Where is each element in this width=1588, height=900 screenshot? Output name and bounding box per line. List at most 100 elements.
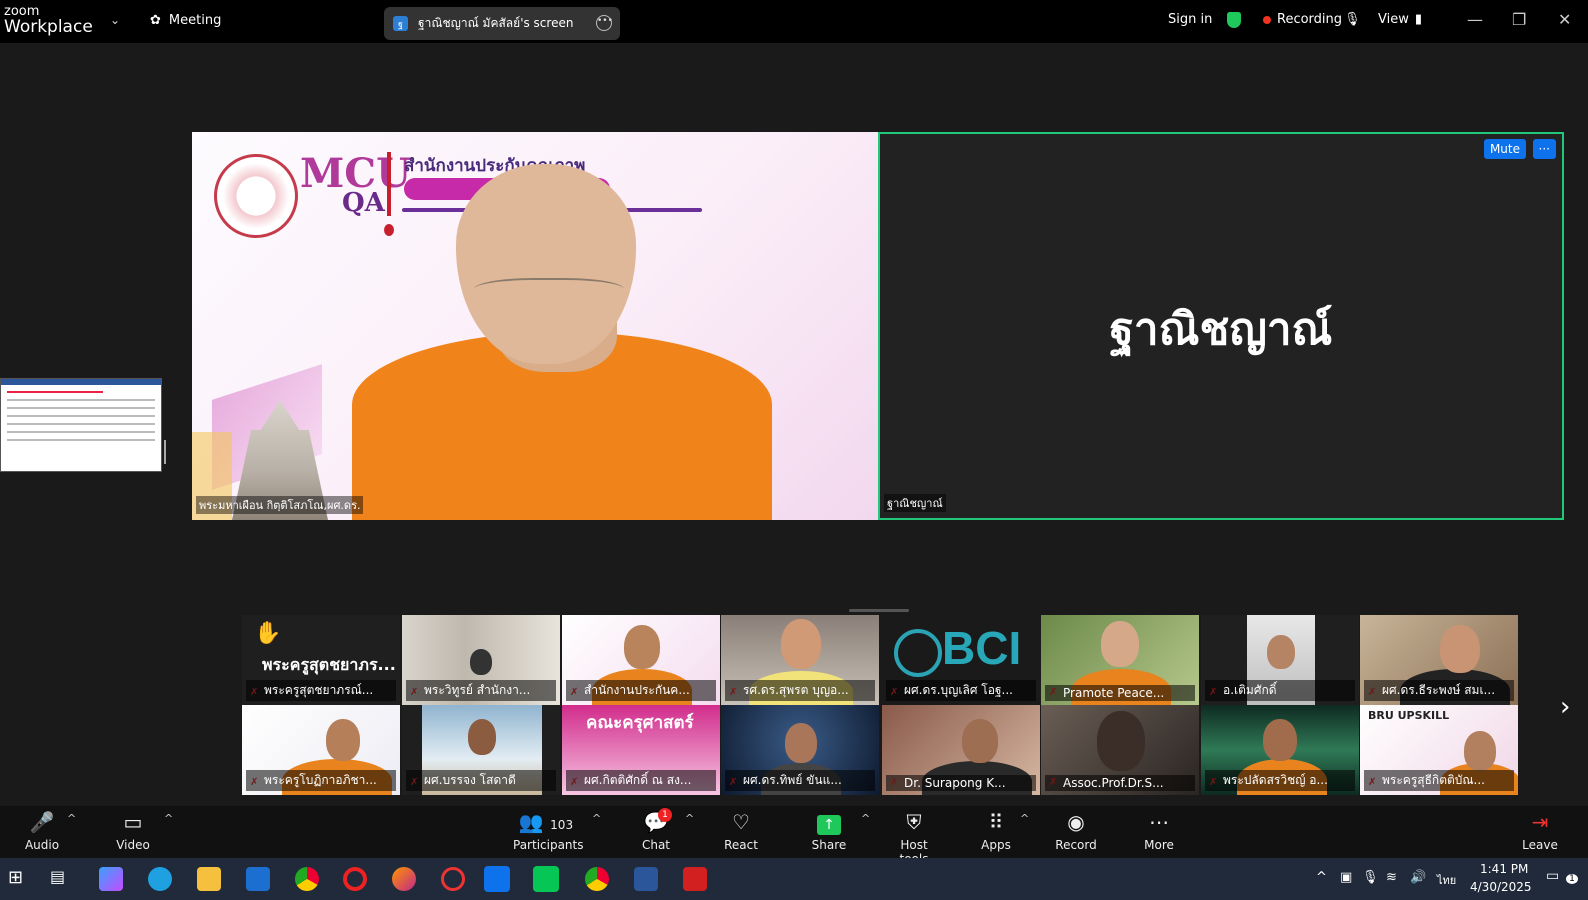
apps-label: Apps	[981, 838, 1011, 852]
shared-screen-thumbnail[interactable]	[0, 378, 162, 472]
raised-hand-icon: ✋	[254, 621, 282, 646]
wifi-icon[interactable]: ≋	[1386, 870, 1397, 885]
clock-time[interactable]: 1:41 PM	[1480, 862, 1528, 876]
sign-in-label: Sign in	[1168, 12, 1213, 27]
participant-tile[interactable]: ✗ ผศ.ดร.ธีระพงษ์ สมเ...	[1360, 615, 1518, 705]
participant-tile[interactable]: ✋ พระครูสุตชยาภร... ✗ พระครูสุตชยาภรณ์..…	[242, 615, 400, 705]
participant-tile[interactable]: ✗ ผศ.บรรจง โสดาดี	[402, 705, 560, 795]
task-view-icon[interactable]: ▤	[50, 867, 74, 891]
outlook-icon[interactable]	[246, 867, 270, 891]
view-button[interactable]: View ▮	[1378, 12, 1422, 27]
participants-count: 103	[550, 818, 574, 832]
line-app-icon[interactable]	[533, 866, 559, 892]
faculty-banner: คณะครุศาสตร์	[586, 713, 694, 733]
next-page-chevron-icon[interactable]: ›	[1560, 692, 1570, 722]
sign-in-button[interactable]: Sign in	[1168, 12, 1212, 27]
participant-tile[interactable]: BRU UPSKILL ✗ พระครูสุธีกิตติบัณ...	[1360, 705, 1518, 795]
thumbnail-drag-handle[interactable]	[164, 440, 166, 464]
participant-tile[interactable]: ✗ Assoc.Prof.Dr.S...	[1041, 705, 1199, 795]
zoom-logo: zoom Workplace	[4, 5, 93, 36]
copilot-icon[interactable]	[99, 867, 123, 891]
participant-tile[interactable]: ✗ Pramote Peace...	[1041, 615, 1199, 705]
apps-button[interactable]: ⠿ Apps	[980, 810, 1012, 852]
speaker-video[interactable]: MCU QA สำนักงานประกันคุณภาพ พระมหาเผือน …	[192, 132, 878, 520]
chrome-icon[interactable]	[295, 867, 319, 891]
participant-tile[interactable]: ✗ รศ.ดร.สุพรต บุญอ...	[721, 615, 879, 705]
participant-name: พระวิทูรย์ สำนักงา...	[406, 680, 556, 701]
bci-wheel-logo	[894, 629, 942, 677]
word-icon[interactable]	[634, 867, 658, 891]
mic-status-icon[interactable]: 🎙	[1344, 12, 1361, 27]
more-button[interactable]: ···	[1532, 139, 1556, 159]
audio-options-caret-icon[interactable]: ^	[67, 812, 76, 825]
firefox-icon[interactable]	[392, 867, 416, 891]
more-button[interactable]: ⋯ More	[1142, 810, 1176, 852]
participant-name: อ.เติมศักดิ์	[1205, 680, 1355, 701]
edge-browser-icon[interactable]	[148, 867, 172, 891]
university-seal-logo	[214, 154, 298, 238]
share-caret-icon[interactable]: ^	[861, 812, 870, 825]
meeting-label: Meeting	[168, 13, 222, 28]
participant-name: Dr. Surapong K...	[886, 775, 1036, 791]
meeting-menu[interactable]: ✿ Meeting	[150, 13, 221, 28]
zoom-taskbar-icon[interactable]	[484, 866, 510, 892]
encryption-shield-icon[interactable]	[1227, 12, 1241, 28]
close-icon[interactable]: ✕	[1558, 10, 1571, 29]
more-dots-icon: ⋯	[1149, 810, 1169, 834]
resize-divider[interactable]	[849, 609, 909, 612]
participant-tile[interactable]: ✗ พระครูโบฏิกาอภิชา...	[242, 705, 400, 795]
participant-tile[interactable]: ✗ พระวิทูรย์ สำนักงา...	[402, 615, 560, 705]
participants-button[interactable]: 👥 103 Participants	[513, 810, 584, 852]
windows-start-icon[interactable]: ⊞	[8, 867, 32, 891]
chat-caret-icon[interactable]: ^	[685, 812, 694, 825]
participant-name: ผศ.ดร.บุญเลิศ โอฐ...	[886, 680, 1036, 701]
recording-indicator[interactable]: Recording	[1263, 12, 1342, 27]
opera-icon[interactable]	[343, 867, 367, 891]
meet-now-icon[interactable]: ▣	[1340, 870, 1352, 885]
participant-name: Pramote Peace...	[1045, 685, 1195, 701]
audio-button[interactable]: 🎤 Audio	[22, 810, 62, 852]
chrome-profile-icon[interactable]	[585, 867, 609, 891]
mute-button[interactable]: Mute	[1483, 139, 1526, 159]
share-button[interactable]: ↑ Share	[811, 810, 847, 852]
restore-icon[interactable]: ❐	[1512, 10, 1526, 29]
minimize-icon[interactable]: —	[1467, 10, 1483, 29]
more-options-icon[interactable]: •••	[596, 15, 613, 31]
leave-button[interactable]: ⇥ Leave	[1522, 810, 1558, 852]
participant-tile[interactable]: ✗ Dr. Surapong K...	[882, 705, 1040, 795]
tray-overflow-chevron-icon[interactable]: ^	[1316, 870, 1327, 885]
app-icon[interactable]	[441, 867, 465, 891]
record-label: Record	[1055, 838, 1097, 852]
participant-name: รศ.ดร.สุพรต บุญอ...	[725, 680, 875, 701]
active-participant-video[interactable]: ฐาณิชญาณ์ Mute ··· ฐาณิชญาณ์	[878, 132, 1564, 520]
chat-button[interactable]: 💬 1 Chat	[640, 808, 672, 852]
participant-tile[interactable]: ✗ อ.เติมศักดิ์	[1201, 615, 1359, 705]
participant-tile[interactable]: ✗ สำนักงานประกันค...	[562, 615, 720, 705]
participant-tile[interactable]: ✗ พระปลัดสรวิชญ์ อ...	[1201, 705, 1359, 795]
record-button[interactable]: ◉ Record	[1055, 810, 1097, 852]
more-label: More	[1144, 838, 1174, 852]
speaker-glasses	[474, 278, 624, 306]
microphone-tray-icon[interactable]: 🎙	[1362, 870, 1379, 885]
camera-icon: ▭	[123, 810, 143, 834]
video-options-caret-icon[interactable]: ^	[164, 812, 173, 825]
participant-tile[interactable]: BCI ✗ ผศ.ดร.บุญเลิศ โอฐ...	[882, 615, 1040, 705]
participant-name: ผศ.กิตติศักดิ์ ณ สง...	[566, 770, 716, 791]
video-button[interactable]: ▭ Video	[113, 810, 153, 852]
apps-caret-icon[interactable]: ^	[1020, 812, 1029, 825]
chevron-down-icon[interactable]: ⌄	[110, 13, 120, 27]
participant-tile[interactable]: ✗ ผศ.ดร.ทิพย์ ขันแ...	[721, 705, 879, 795]
file-explorer-icon[interactable]	[197, 867, 221, 891]
participant-tile[interactable]: คณะครุศาสตร์ ✗ ผศ.กิตติศักดิ์ ณ สง...	[562, 705, 720, 795]
acrobat-icon[interactable]	[683, 867, 707, 891]
notification-icon[interactable]: ▭	[1546, 868, 1559, 884]
participants-caret-icon[interactable]: ^	[592, 812, 601, 825]
participants-label: Participants	[513, 838, 584, 852]
volume-icon[interactable]: 🔊	[1410, 870, 1426, 885]
language-indicator[interactable]: ไทย	[1437, 871, 1456, 889]
audio-label: Audio	[24, 838, 60, 852]
react-button[interactable]: ♡ React	[723, 810, 759, 852]
clock-date[interactable]: 4/30/2025	[1470, 880, 1532, 894]
screen-share-pill[interactable]: ฐ ฐาณิชญาณ์ มัคสัลย์'s screen •••	[384, 7, 620, 40]
screen-share-label: ฐาณิชญาณ์ มัคสัลย์'s screen	[418, 16, 574, 30]
